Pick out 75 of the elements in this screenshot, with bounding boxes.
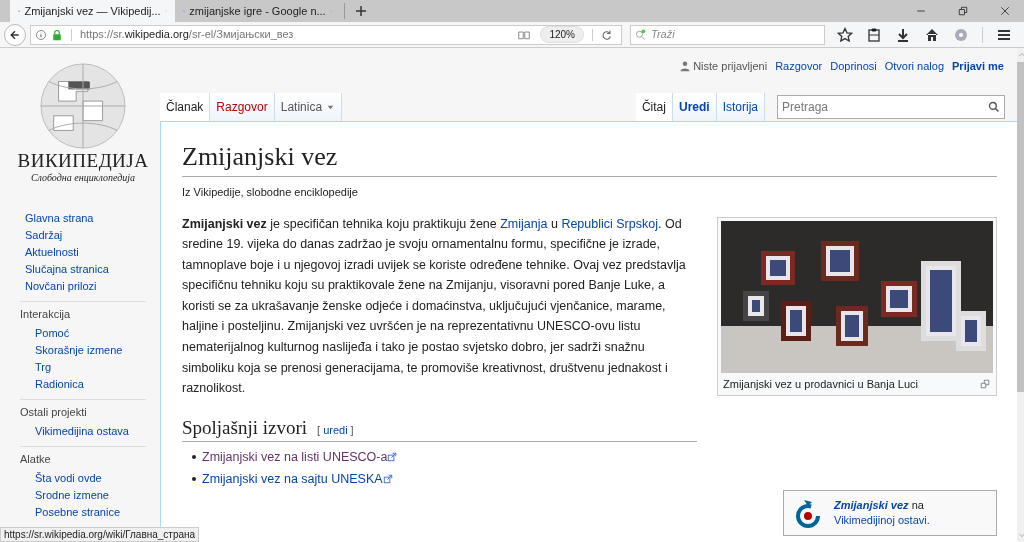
user-menu-link[interactable]: Otvori nalog [884,58,944,75]
back-button[interactable] [4,23,26,46]
tab-title: zmijanjske igre - Google n... [189,3,326,19]
page-tab[interactable]: Uredi [672,93,717,121]
commons-link[interactable]: Vikimedijinoj ostavi. [834,514,930,526]
logo-wordmark: ВИКИПЕДИЈА [17,150,149,172]
portal-heading: Ostali projekti [20,405,88,419]
external-link[interactable]: Zmijanjski vez na listi UNESCO-a [202,447,388,467]
clipboard-icon [866,26,882,43]
sidebar-link[interactable]: Šta vodi ovde [20,471,146,485]
sidebar-link[interactable]: Aktuelnosti [25,245,160,259]
browser-tab[interactable]: Zmijanjski vez — Vikipedij... [10,0,175,22]
tab-title: Zmijanjski vez — Vikipedij... [24,3,161,19]
reload-icon [601,28,613,41]
edit-section-link[interactable]: uredi [323,421,348,439]
page-tab[interactable]: Čitaj [635,93,673,121]
user-icon [679,60,692,73]
status-url: https://sr.wikipedia.org/wiki/Главна_страна [0,527,200,542]
sidebar-link[interactable]: Trg [20,360,146,374]
search-field[interactable]: Pretraga [777,95,1005,119]
commons-logo-icon [794,498,822,528]
page-tab[interactable]: Članak [160,93,211,121]
search-icon [988,101,1000,113]
sidebar-link[interactable]: Slučajna stranica [25,262,160,276]
pocket-icon [953,26,969,43]
page-title: Zmijanjski vez [182,140,997,177]
search-icon [635,28,647,41]
user-menu-link[interactable]: Razgovor [775,58,823,75]
sidebar-link[interactable]: Novčani prilozi [25,279,160,293]
scroll-up-icon [1017,51,1024,59]
variant-dropdown[interactable]: Latinica [274,93,343,121]
article-link[interactable]: Zmijanja [500,216,548,231]
sidebar-link[interactable]: Sadržaj [25,228,160,242]
sidebar-link[interactable]: Srodne izmene [20,488,146,502]
new-tab-icon [353,3,369,19]
home-icon [924,26,940,43]
sidebar-link[interactable]: Glavna strana [25,211,160,225]
figure-caption: Zmijanjski vez u prodavnici u Banja Luci [723,376,920,392]
download-icon [895,26,911,43]
commons-text: na [911,499,924,511]
bracket: ] [350,422,354,438]
sidebar-link[interactable]: Skorašnje izmene [20,343,146,357]
external-link-icon [382,473,393,484]
restore-icon [957,5,969,17]
scroll-down-icon [1017,531,1024,539]
sidebar-link[interactable]: Radionica [20,377,146,391]
sidebar-link[interactable]: Pomoć [20,326,146,340]
sidebar-link[interactable]: Vikimedijina ostava [20,424,146,438]
back-arrow-icon [9,28,21,41]
portal-heading: Interakcija [20,307,72,321]
commons-title: Zmijanjski vez [834,499,909,511]
user-menu-link[interactable]: Doprinosi [830,58,877,75]
portal-heading: Alatke [20,452,52,466]
page-tab[interactable]: Istorija [716,93,765,121]
logo-tagline: Слободна енциклопедија [30,172,136,184]
info-icon [35,28,47,41]
user-menu-link[interactable]: Prijavi me [952,58,1004,75]
page-tab[interactable]: Razgovor [210,93,275,121]
external-link-icon [387,452,398,463]
section-heading: Spoljašnji izvori [182,415,308,440]
reader-view-icon [516,28,533,41]
lock-icon [51,28,63,41]
external-link[interactable]: Zmijanjski vez na sajtu UNESKA [202,469,383,489]
url-text[interactable]: https://sr.wikipedia.org/sr-el/Змијањски_вез [80,26,513,43]
star-icon [837,26,853,43]
article-paragraph: Zmijanjski vez je specifičan tehnika koju praktikuju žene Zmijanja u Republici Srpskoj. Od sredine 19. vijeka do danas zadržao je svoju ornamentalnu formu, specifične je izrade, tamnoplave boje i u njegovoj izradi uvijek se koriste određene tehnike. Ovaj vez predstavlja specifičnu tehniku koju su praktikovale žene na Zmijanju, visoravni pored Banje Luke, a koristi se za ukrašavanje ženske odjeće i domaćinstva, uključujući vjenčanice, marame, haljine i posteljinu. Zmijanjski vez uvršćen je na reprezentativnu UNESCO-ovu listu nematerijalnog kulturnog naslijeđa i tako je postao svjetsko dobro, jer sadrži snažnu simboliku koja se prenosi generacijama, te promoviše kreativnost, društvenu jednakost i raznolikost. [182,215,687,398]
page-subtitle: Iz Vikipedije, slobodne enciklopedije [182,185,359,200]
sidebar-link[interactable]: Posebne stranice [20,505,146,519]
article-link[interactable]: Republici Srpskoj [561,216,658,231]
login-status: Niste prijavljeni [693,59,768,74]
zoom-level[interactable]: 120% [540,26,584,43]
scrollbar-thumb[interactable] [1017,62,1024,392]
search-field[interactable]: Traži [630,24,825,45]
bracket: [ [317,422,321,438]
enlarge-icon [979,377,991,390]
